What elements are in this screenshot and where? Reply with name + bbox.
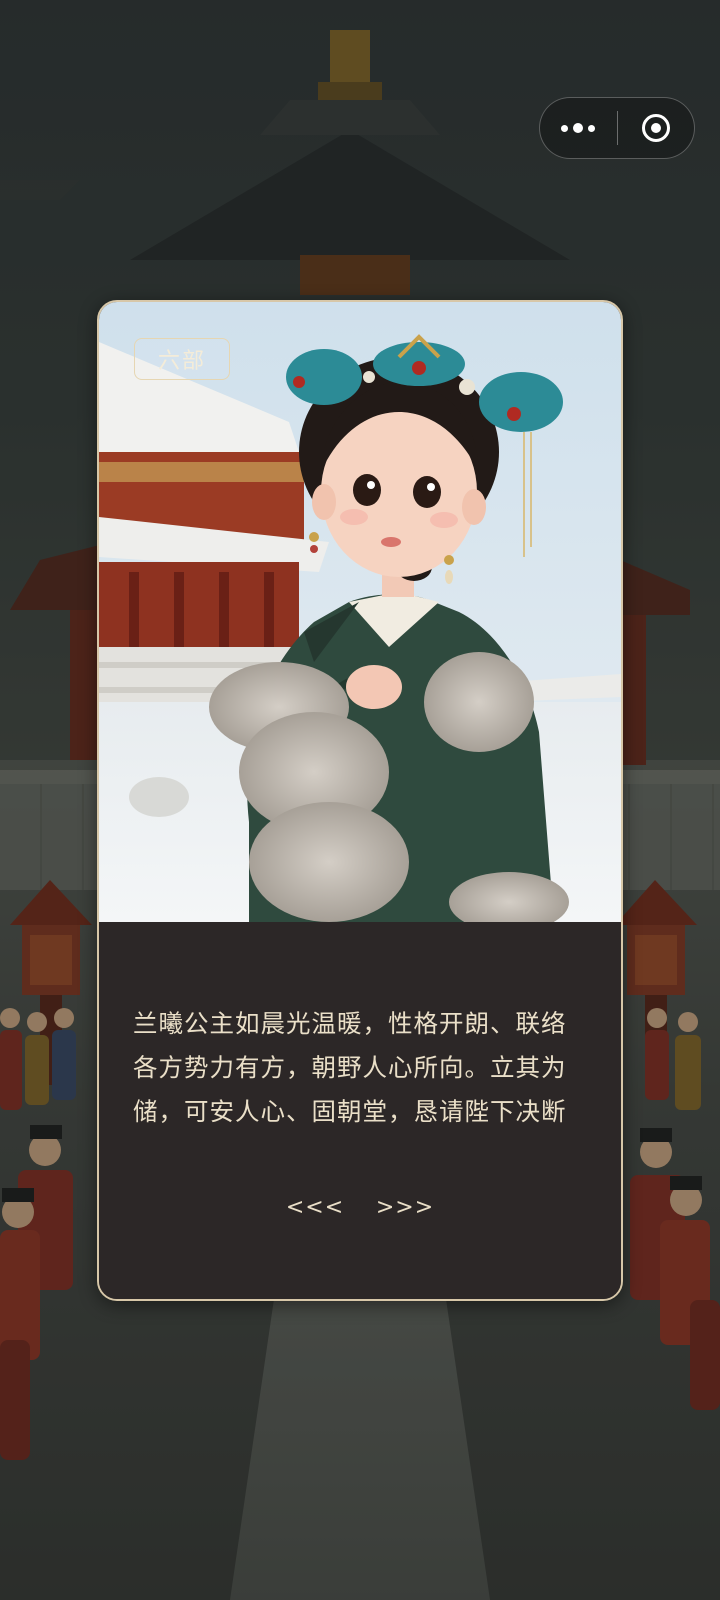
- story-line: 各方势力有方，朝野人心所向。立其为: [133, 1053, 567, 1082]
- story-text: 兰曦公主如晨光温暖，性格开朗、联络 各方势力有方，朝野人心所向。立其为 储，可安…: [133, 1002, 593, 1134]
- game-screen: 六部 兰曦公主如晨光温暖，性格开朗、联络 各方势力有方，朝野人心所向。立其为 储…: [0, 0, 720, 1600]
- story-line: 兰曦公主如晨光温暖，性格开朗、联络: [133, 1009, 567, 1038]
- princess-illustration: 六部: [99, 302, 621, 922]
- more-button[interactable]: [540, 98, 617, 158]
- miniprogram-capsule: [539, 97, 695, 159]
- close-miniprogram-button[interactable]: [618, 98, 695, 158]
- department-tag: 六部: [134, 338, 230, 380]
- next-page-button[interactable]: >>>: [376, 1187, 433, 1227]
- story-card: 六部 兰曦公主如晨光温暖，性格开朗、联络 各方势力有方，朝野人心所向。立其为 储…: [97, 300, 623, 1301]
- more-dots-icon: [561, 123, 596, 133]
- story-line: 储，可安人心、固朝堂，恳请陛下决断: [133, 1097, 567, 1126]
- target-circle-icon: [641, 114, 670, 142]
- previous-page-button[interactable]: <<<: [286, 1187, 343, 1227]
- story-text-panel: 兰曦公主如晨光温暖，性格开朗、联络 各方势力有方，朝野人心所向。立其为 储，可安…: [99, 922, 621, 1299]
